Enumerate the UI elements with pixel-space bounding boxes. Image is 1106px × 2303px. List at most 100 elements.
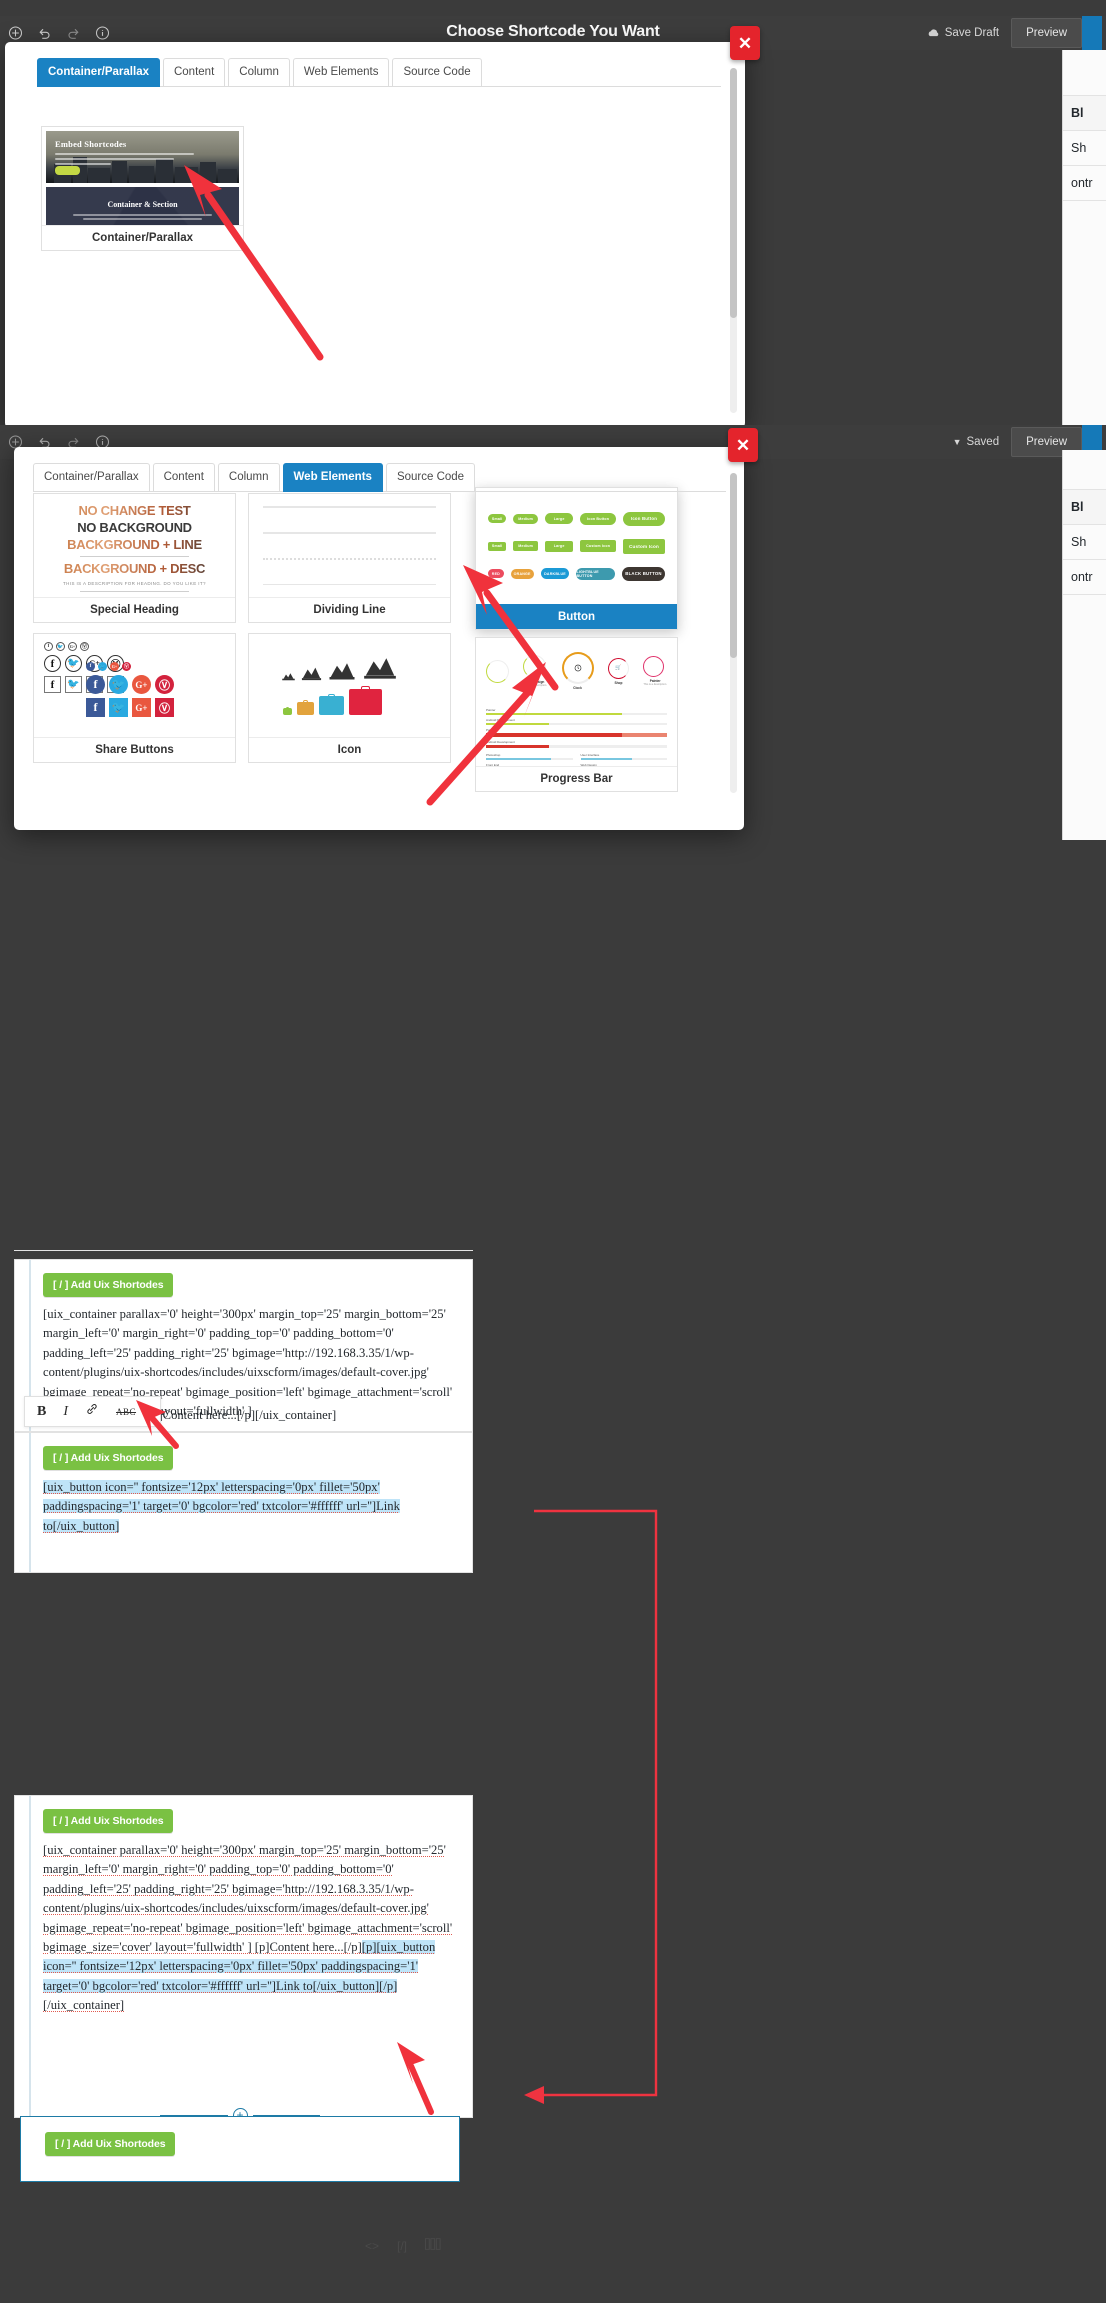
tab-web-elements[interactable]: Web Elements	[292, 58, 390, 87]
saved-label: Saved	[966, 436, 1000, 448]
ring-2	[523, 655, 547, 678]
btn-icon-2: Icon Button	[622, 511, 666, 526]
button-row-1: Small Medium Large Icon Button Icon Butt…	[488, 511, 666, 526]
thumb-section-title: Container & Section	[107, 200, 178, 209]
sh-line-1: NO CHANGE TEST	[44, 503, 225, 518]
share-fb-mini: f	[44, 642, 53, 651]
editor-footer-icons: <> [/]	[365, 2238, 441, 2253]
add-uix-shortcodes-button-2[interactable]: [ / ] Add Uix Shortodes	[43, 1446, 174, 1470]
add-uix-shortcodes-button-3[interactable]: [ / ] Add Uix Shortodes	[43, 1809, 174, 1833]
sidebar-row-3: ontr	[1063, 166, 1106, 201]
ring-1	[486, 659, 509, 683]
mountain-icon-m	[329, 663, 355, 680]
element-card-share-buttons[interactable]: f 🐦 G+ Ⓥ f 🐦 G+ Ⓥ f 🐦 G+ Ⓥ f 🐦	[33, 633, 236, 763]
tab-source-code-2[interactable]: Source Code	[385, 463, 476, 492]
btn-small: Small	[488, 514, 507, 523]
ring-3	[561, 652, 594, 684]
thumb-share-buttons: f 🐦 G+ Ⓥ f 🐦 G+ Ⓥ f 🐦 G+ Ⓥ f 🐦	[34, 634, 235, 737]
modal-scrollbar-top[interactable]	[730, 68, 737, 413]
element-card-special-heading[interactable]: NO CHANGE TEST NO BACKGROUND BACKGROUND …	[33, 493, 236, 623]
ring-3-caption: Clock	[573, 686, 582, 690]
share-tw-color-circle: 🐦	[109, 675, 128, 694]
element-card-container-parallax[interactable]: Embed Shortcodes Container & Section Con…	[41, 126, 244, 251]
thumb-hero-title: Embed Shortcodes	[55, 139, 127, 149]
card-label-dividing-line: Dividing Line	[249, 597, 450, 622]
btn-black: BLACK BUTTON	[622, 566, 665, 581]
ring-2-sub: This is a description.	[523, 684, 548, 687]
shortcode-modal-web-elements: Container/Parallax Content Column Web El…	[14, 447, 744, 830]
share-gp-color-circle: G+	[132, 675, 151, 694]
annotation-connector-elbow	[524, 1509, 658, 2104]
close-icon-modal-bottom[interactable]: ✕	[728, 428, 758, 462]
btn-red: RED	[488, 569, 504, 578]
share-gp-color-mini: G+	[110, 662, 119, 671]
editor-block-2: [ / ] Add Uix Shortodes [uix_button icon…	[14, 1432, 473, 1573]
btn-sq-small: Small	[488, 541, 507, 551]
tab-column[interactable]: Column	[228, 58, 290, 87]
share-fb-circle: f	[44, 655, 61, 672]
code-icon[interactable]: <>	[365, 2239, 379, 2253]
btn-darkblue: DARKBLUE	[540, 568, 570, 579]
share-pin-color-circle: Ⓥ	[155, 675, 174, 694]
tab-container-parallax[interactable]: Container/Parallax	[37, 58, 160, 87]
shortcode-text-3-tail[interactable]: [/uix_container]	[43, 1998, 124, 2012]
sh-line-4: BACKGROUND + DESC	[44, 561, 225, 576]
btn-sq-medium: Medium	[513, 541, 538, 551]
tab-column-2[interactable]: Column	[217, 463, 280, 492]
publish-button[interactable]	[1082, 16, 1102, 50]
button-row-2: Small Medium Large Custom Icon Custom Ic…	[488, 538, 666, 554]
tab-content[interactable]: Content	[162, 58, 226, 87]
mountain-icon-xs	[282, 673, 295, 681]
save-draft-button[interactable]: Save Draft	[927, 27, 1011, 39]
tab-source-code[interactable]: Source Code	[392, 58, 482, 87]
shortcode-modal-container-parallax: Container/Parallax Content Column Web El…	[5, 42, 745, 428]
tab-web-elements-2[interactable]: Web Elements	[282, 463, 383, 492]
modal-tabs-top: Container/Parallax Content Column Web El…	[37, 58, 721, 87]
editor-page-background	[14, 1259, 473, 1433]
ring-5-sub: This is a description.	[643, 683, 667, 686]
shortcode-text-3-plain[interactable]: [uix_container parallax='0' height='300p…	[43, 1843, 452, 1954]
briefcase-icon-m	[319, 693, 344, 715]
element-card-dividing-line[interactable]: Dividing Line	[248, 493, 451, 623]
share-tw-square: 🐦	[65, 676, 82, 693]
preview-button[interactable]: Preview	[1011, 18, 1082, 48]
briefcase-icon-s	[297, 700, 314, 715]
right-sidebar-bottom: Bl Sh ontr	[1062, 450, 1106, 840]
card-thumbnail: Embed Shortcodes Container & Section	[42, 127, 243, 225]
progress-row-6: Front End This is a description.	[486, 763, 573, 766]
progress-row-9: Web Design This is a description.	[581, 763, 668, 766]
editor-block-4-empty[interactable]: [ / ] Add Uix Shortodes	[20, 2116, 460, 2182]
btn-icon-1: Icon Button	[580, 512, 616, 525]
thumb-special-heading: NO CHANGE TEST NO BACKGROUND BACKGROUND …	[34, 494, 235, 597]
add-uix-shortcodes-button-4[interactable]: [ / ] Add Uix Shortodes	[45, 2132, 176, 2156]
sidebar-row-b1: Bl	[1063, 490, 1106, 525]
right-sidebar-top: Bl Sh ontr	[1062, 50, 1106, 430]
tab-content-2[interactable]: Content	[152, 463, 215, 492]
progress-row-8: User Interface	[580, 753, 667, 760]
thumb-hero-preview: Embed Shortcodes	[46, 131, 239, 183]
share-gp-color-square: G+	[132, 698, 151, 717]
share-pin-color-square: Ⓥ	[155, 698, 174, 717]
modal-scrollbar-bottom[interactable]	[730, 473, 737, 793]
element-card-icon[interactable]: Icon	[248, 633, 451, 763]
share-pin-color-mini: Ⓥ	[122, 662, 131, 671]
mountain-icon-s	[301, 667, 322, 681]
share-tw-color-square: 🐦	[109, 698, 128, 717]
thumb-hero-button	[55, 166, 80, 175]
element-card-progress-bar[interactable]: Web Design This is a description. Clock …	[475, 637, 678, 792]
tab-container-parallax-2[interactable]: Container/Parallax	[33, 463, 150, 492]
shortcode-icon[interactable]: [/]	[397, 2239, 407, 2253]
element-card-button[interactable]: Small Medium Large Icon Button Icon Butt…	[475, 487, 678, 630]
btn-large: Large	[544, 513, 574, 524]
button-row-3: RED ORANGE DARKBLUE LIGHTBLUE BUTTON BLA…	[488, 566, 665, 581]
shortcode-text-2[interactable]: [uix_button icon='' fontsize='12px' lett…	[43, 1480, 400, 1533]
btn-orange: ORANGE	[510, 568, 534, 579]
editor-container-frame	[14, 1250, 473, 1251]
share-gp-mini: G+	[68, 642, 77, 651]
btn-medium: Medium	[513, 513, 538, 524]
close-icon-modal-top[interactable]: ✕	[730, 26, 760, 60]
save-draft-label: Save Draft	[944, 27, 1000, 39]
columns-icon[interactable]	[425, 2238, 441, 2253]
progress-row-5: Photoshop	[486, 753, 573, 760]
thumb-dividing-line	[249, 494, 450, 597]
